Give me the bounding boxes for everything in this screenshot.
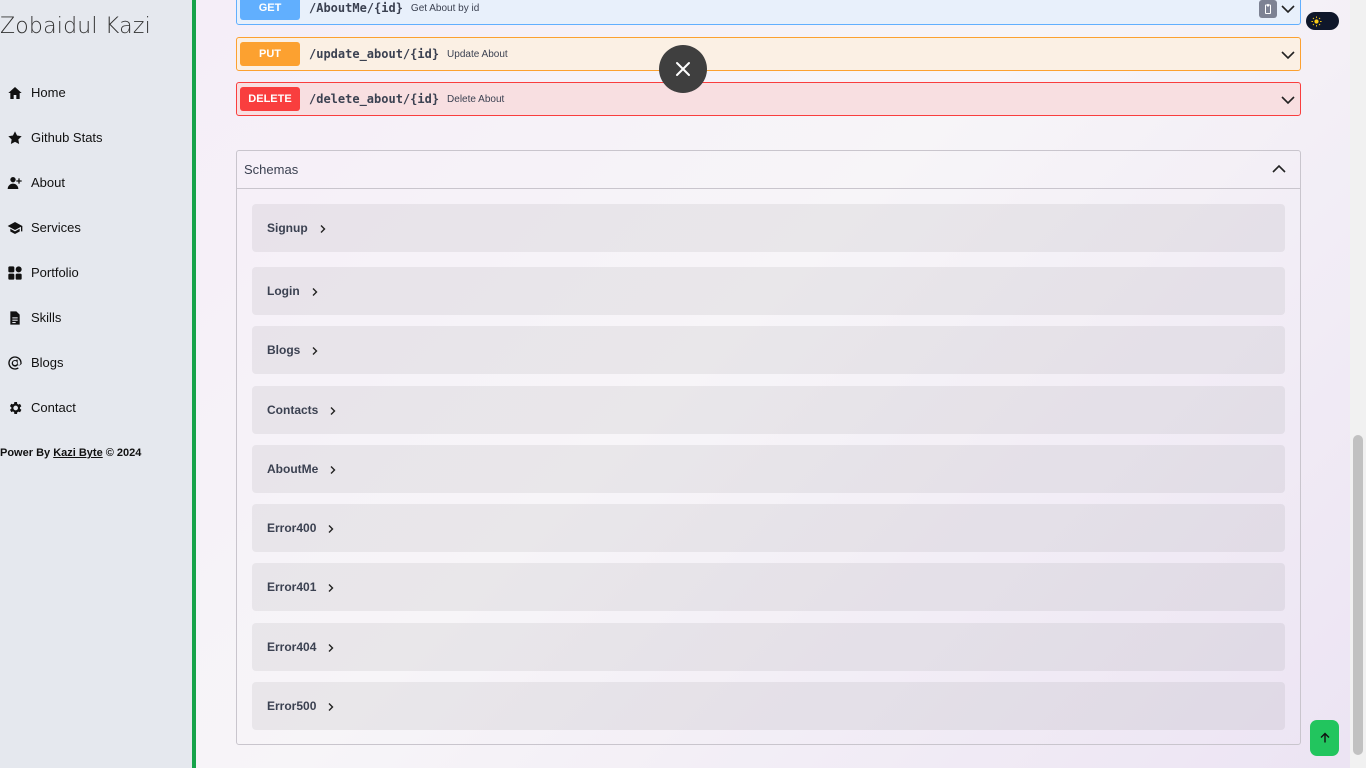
copy-button[interactable] (1259, 0, 1277, 18)
model-name: Error401 (267, 580, 317, 594)
sidebar-item-label: Portfolio (31, 265, 79, 280)
model-contacts[interactable]: Contacts (252, 386, 1285, 434)
user-plus-icon (7, 176, 22, 189)
sidebar-nav: Home Github Stats About Services Portfol… (0, 70, 192, 430)
sidebar-item-about[interactable]: About (0, 160, 192, 205)
op-summary: Update About (447, 48, 508, 60)
sidebar-item-skills[interactable]: Skills (0, 295, 192, 340)
chevron-down-icon[interactable] (1280, 1, 1296, 17)
model-error400[interactable]: Error400 (252, 504, 1285, 552)
chevron-right-icon (330, 407, 336, 415)
model-signup[interactable]: Signup (252, 204, 1285, 252)
kazi-byte-link[interactable]: Kazi Byte (53, 447, 103, 459)
brand-title: Zobaidul Kazi (0, 14, 151, 39)
opblock-put-update-about[interactable]: PUT /update_about/{id} Update About (236, 37, 1301, 71)
footer-prefix: Power By (0, 447, 54, 459)
page-scrollbar[interactable] (1350, 0, 1366, 768)
chevron-right-icon (312, 288, 318, 296)
op-path: /delete_about/{id} (309, 92, 440, 106)
chevron-right-icon (312, 347, 318, 355)
scrollbar-thumb[interactable] (1353, 435, 1363, 755)
model-blogs[interactable]: Blogs (252, 326, 1285, 374)
graduation-cap-icon (7, 221, 23, 234)
main-content: GET /AboutMe/{id} Get About by id PUT /u… (196, 0, 1350, 768)
method-badge: PUT (240, 42, 300, 66)
scroll-to-top-button[interactable] (1310, 720, 1339, 756)
chevron-right-icon (328, 644, 334, 652)
star-icon (8, 130, 22, 144)
sidebar-item-label: Github Stats (31, 130, 103, 145)
sidebar-item-label: Blogs (31, 355, 64, 370)
chevron-right-icon (330, 466, 336, 474)
op-path: /AboutMe/{id} (309, 1, 403, 15)
home-icon (8, 86, 22, 99)
sidebar-item-label: About (31, 175, 65, 190)
op-summary: Get About by id (410, 2, 480, 14)
model-name: Error400 (267, 521, 317, 535)
chevron-up-icon (1272, 164, 1286, 173)
close-icon (676, 62, 690, 76)
model-name: Blogs (267, 343, 301, 357)
sidebar-item-contact[interactable]: Contact (0, 385, 192, 430)
sidebar-item-label: Contact (31, 400, 76, 415)
sidebar-item-home[interactable]: Home (0, 70, 192, 115)
op-summary: Delete About (447, 93, 505, 105)
sidebar-item-label: Services (31, 220, 81, 235)
sidebar-item-github-stats[interactable]: Github Stats (0, 115, 192, 160)
method-badge: DELETE (240, 87, 300, 111)
model-name: Error500 (267, 699, 317, 713)
chevron-right-icon (320, 225, 326, 233)
sidebar: Zobaidul Kazi Home Github Stats About Se… (0, 0, 192, 768)
model-name: Error404 (267, 640, 317, 654)
grid-icon (8, 265, 22, 280)
model-error404[interactable]: Error404 (252, 623, 1285, 671)
at-icon (8, 355, 22, 370)
model-name: Signup (267, 221, 308, 235)
footer-suffix: © 2024 (102, 447, 142, 459)
chevron-down-icon[interactable] (1280, 92, 1296, 108)
clipboard-icon (1265, 3, 1271, 14)
sidebar-item-label: Home (31, 85, 66, 100)
close-button[interactable] (659, 45, 707, 93)
gear-icon (9, 401, 22, 414)
schemas-section: Schemas Signup Login Blogs Contacts Abou… (236, 150, 1301, 745)
theme-toggle[interactable] (1306, 12, 1339, 30)
sun-icon (1310, 15, 1322, 27)
opblock-delete-about[interactable]: DELETE /delete_about/{id} Delete About (236, 82, 1301, 116)
sidebar-item-label: Skills (31, 310, 62, 325)
chevron-down-icon[interactable] (1280, 47, 1296, 63)
opblock-get-aboutme[interactable]: GET /AboutMe/{id} Get About by id (236, 0, 1301, 25)
schemas-header[interactable]: Schemas (237, 151, 1300, 189)
sidebar-item-portfolio[interactable]: Portfolio (0, 250, 192, 295)
model-login[interactable]: Login (252, 267, 1285, 315)
method-badge: GET (240, 0, 300, 20)
chevron-right-icon (328, 703, 334, 711)
model-name: Login (267, 284, 300, 298)
sidebar-footer: Power By Kazi Byte © 2024 (0, 447, 141, 459)
op-path: /update_about/{id} (309, 47, 440, 61)
model-aboutme[interactable]: AboutMe (252, 445, 1285, 493)
model-name: AboutMe (267, 462, 319, 476)
model-error401[interactable]: Error401 (252, 563, 1285, 611)
schemas-title: Schemas (244, 162, 299, 177)
model-error500[interactable]: Error500 (252, 682, 1285, 730)
file-icon (10, 310, 20, 325)
sidebar-item-blogs[interactable]: Blogs (0, 340, 192, 385)
arrow-up-icon (1320, 732, 1329, 743)
sidebar-item-services[interactable]: Services (0, 205, 192, 250)
chevron-right-icon (328, 525, 334, 533)
model-name: Contacts (267, 403, 319, 417)
chevron-right-icon (328, 584, 334, 592)
